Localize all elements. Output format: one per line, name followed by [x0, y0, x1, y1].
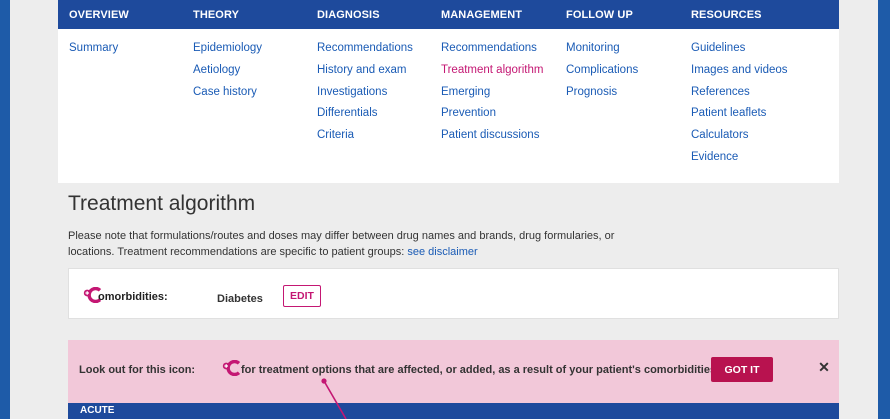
callout-pointer-line [321, 378, 347, 419]
page-frame: OVERVIEW THEORY DIAGNOSIS MANAGEMENT FOL… [10, 0, 878, 419]
